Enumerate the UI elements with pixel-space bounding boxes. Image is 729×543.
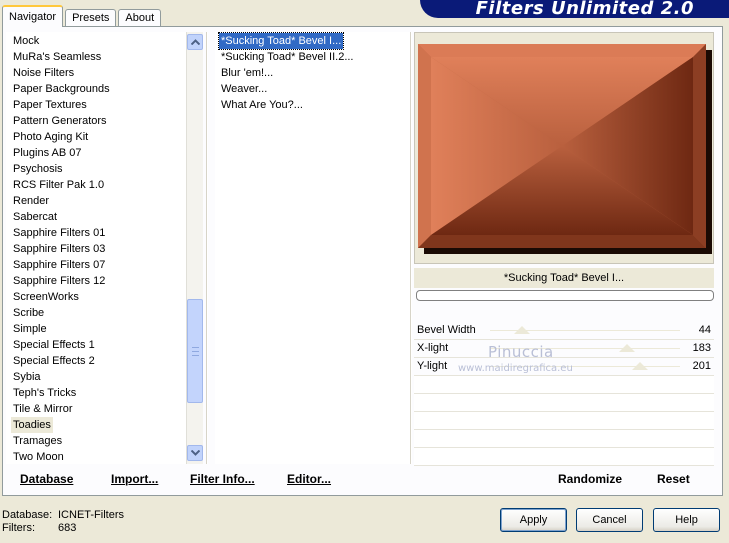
param-label: Y-light bbox=[417, 360, 448, 372]
category-item[interactable]: Pattern Generators bbox=[11, 113, 109, 129]
empty-param-row bbox=[414, 430, 714, 448]
category-item[interactable]: Sapphire Filters 07 bbox=[11, 257, 107, 273]
category-item[interactable]: Teph's Tricks bbox=[11, 385, 78, 401]
category-item[interactable]: Sabercat bbox=[11, 209, 59, 225]
category-item[interactable]: Tile & Mirror bbox=[11, 401, 74, 417]
category-item[interactable]: Special Effects 2 bbox=[11, 353, 97, 369]
filters-label: Filters: bbox=[2, 522, 35, 534]
category-item[interactable]: Toadies bbox=[11, 417, 53, 433]
empty-param-row bbox=[414, 394, 714, 412]
param-row[interactable]: Bevel Width 44 bbox=[414, 322, 714, 340]
param-slider-thumb[interactable] bbox=[618, 344, 635, 352]
watermark-url: www.maidiregrafica.eu bbox=[458, 363, 573, 374]
scroll-up-button[interactable] bbox=[187, 34, 203, 50]
filter-title: *Sucking Toad* Bevel I... bbox=[414, 268, 714, 288]
apply-button[interactable]: Apply bbox=[500, 508, 567, 532]
param-row[interactable]: X-light 183 bbox=[414, 340, 714, 358]
database-button[interactable]: Database bbox=[20, 472, 73, 486]
grip-icon bbox=[192, 347, 199, 356]
category-item[interactable]: Scribe bbox=[11, 305, 46, 321]
category-item[interactable]: Two Moon bbox=[11, 449, 66, 464]
param-label: X-light bbox=[417, 342, 449, 354]
param-slider-thumb[interactable] bbox=[632, 362, 649, 370]
param-value: 44 bbox=[698, 324, 711, 336]
category-item[interactable]: Special Effects 1 bbox=[11, 337, 97, 353]
database-value: ICNET-Filters bbox=[58, 509, 124, 521]
randomize-button[interactable]: Randomize bbox=[558, 472, 622, 486]
category-item[interactable]: MuRa's Seamless bbox=[11, 49, 103, 65]
tab-presets[interactable]: Presets bbox=[65, 9, 117, 27]
watermark-name: Pinuccia bbox=[488, 343, 554, 361]
parameter-list: Bevel Width 44 X-light 183 Y-light 201 bbox=[414, 322, 714, 466]
help-button[interactable]: Help bbox=[653, 508, 720, 532]
empty-param-row bbox=[414, 376, 714, 394]
category-item[interactable]: Psychosis bbox=[11, 161, 65, 177]
bevel-top bbox=[418, 44, 706, 57]
param-value: 183 bbox=[692, 342, 711, 354]
divider bbox=[206, 32, 208, 464]
header-banner: Filters Unlimited 2.0 bbox=[420, 0, 729, 18]
cancel-button[interactable]: Cancel bbox=[576, 508, 643, 532]
empty-param-row bbox=[414, 448, 714, 466]
category-item[interactable]: Mock bbox=[11, 33, 41, 49]
reset-button[interactable]: Reset bbox=[657, 472, 690, 486]
scroll-down-button[interactable] bbox=[187, 445, 203, 461]
category-item[interactable]: Simple bbox=[11, 321, 49, 337]
chevron-up-icon bbox=[190, 39, 200, 45]
filters-count: 683 bbox=[58, 522, 77, 534]
bevel-right bbox=[693, 44, 706, 248]
category-item[interactable]: Photo Aging Kit bbox=[11, 129, 90, 145]
filter-item[interactable]: *Sucking Toad* Bevel I... bbox=[217, 32, 345, 50]
bevel-left bbox=[418, 44, 431, 248]
param-value: 201 bbox=[692, 360, 711, 372]
category-item[interactable]: Tramages bbox=[11, 433, 64, 449]
filter-info-button[interactable]: Filter Info... bbox=[190, 472, 255, 486]
filter-item[interactable]: Blur 'em!... bbox=[219, 65, 275, 81]
category-item[interactable]: ScreenWorks bbox=[11, 289, 81, 305]
empty-param-row bbox=[414, 412, 714, 430]
import-button[interactable]: Import... bbox=[111, 472, 158, 486]
chevron-down-icon bbox=[190, 450, 200, 456]
param-label: Bevel Width bbox=[417, 324, 476, 336]
category-item[interactable]: Sybia bbox=[11, 369, 43, 385]
category-item[interactable]: Plugins AB 07 bbox=[11, 145, 84, 161]
tab-about[interactable]: About bbox=[118, 9, 162, 27]
tab-navigator[interactable]: Navigator bbox=[2, 5, 64, 27]
category-item[interactable]: Sapphire Filters 01 bbox=[11, 225, 107, 241]
category-item[interactable]: Noise Filters bbox=[11, 65, 76, 81]
filter-list[interactable]: *Sucking Toad* Bevel I... *Sucking Toad* … bbox=[215, 32, 410, 464]
category-item[interactable]: Sapphire Filters 03 bbox=[11, 241, 107, 257]
category-item[interactable]: Render bbox=[11, 193, 51, 209]
category-scrollbar[interactable] bbox=[186, 32, 203, 464]
progress-bar bbox=[416, 290, 714, 301]
banner-title: Filters Unlimited 2.0 bbox=[475, 0, 694, 18]
scroll-thumb[interactable] bbox=[187, 299, 203, 403]
divider bbox=[410, 32, 412, 464]
bevel-bottom bbox=[418, 235, 706, 248]
database-label: Database: bbox=[2, 509, 53, 521]
filter-item[interactable]: What Are You?... bbox=[219, 97, 305, 113]
category-item[interactable]: Sapphire Filters 12 bbox=[11, 273, 107, 289]
category-item[interactable]: RCS Filter Pak 1.0 bbox=[11, 177, 106, 193]
editor-button[interactable]: Editor... bbox=[287, 472, 331, 486]
category-item[interactable]: Paper Textures bbox=[11, 97, 89, 113]
preview-image bbox=[418, 44, 712, 254]
tab-strip: Navigator Presets About bbox=[2, 5, 162, 27]
filter-item[interactable]: Weaver... bbox=[219, 81, 269, 97]
category-list[interactable]: Mock MuRa's Seamless Noise Filters Paper Ba… bbox=[6, 32, 186, 464]
category-item[interactable]: Paper Backgrounds bbox=[11, 81, 112, 97]
param-slider-thumb[interactable] bbox=[514, 326, 531, 334]
filter-item[interactable]: *Sucking Toad* Bevel II.2... bbox=[219, 49, 356, 65]
